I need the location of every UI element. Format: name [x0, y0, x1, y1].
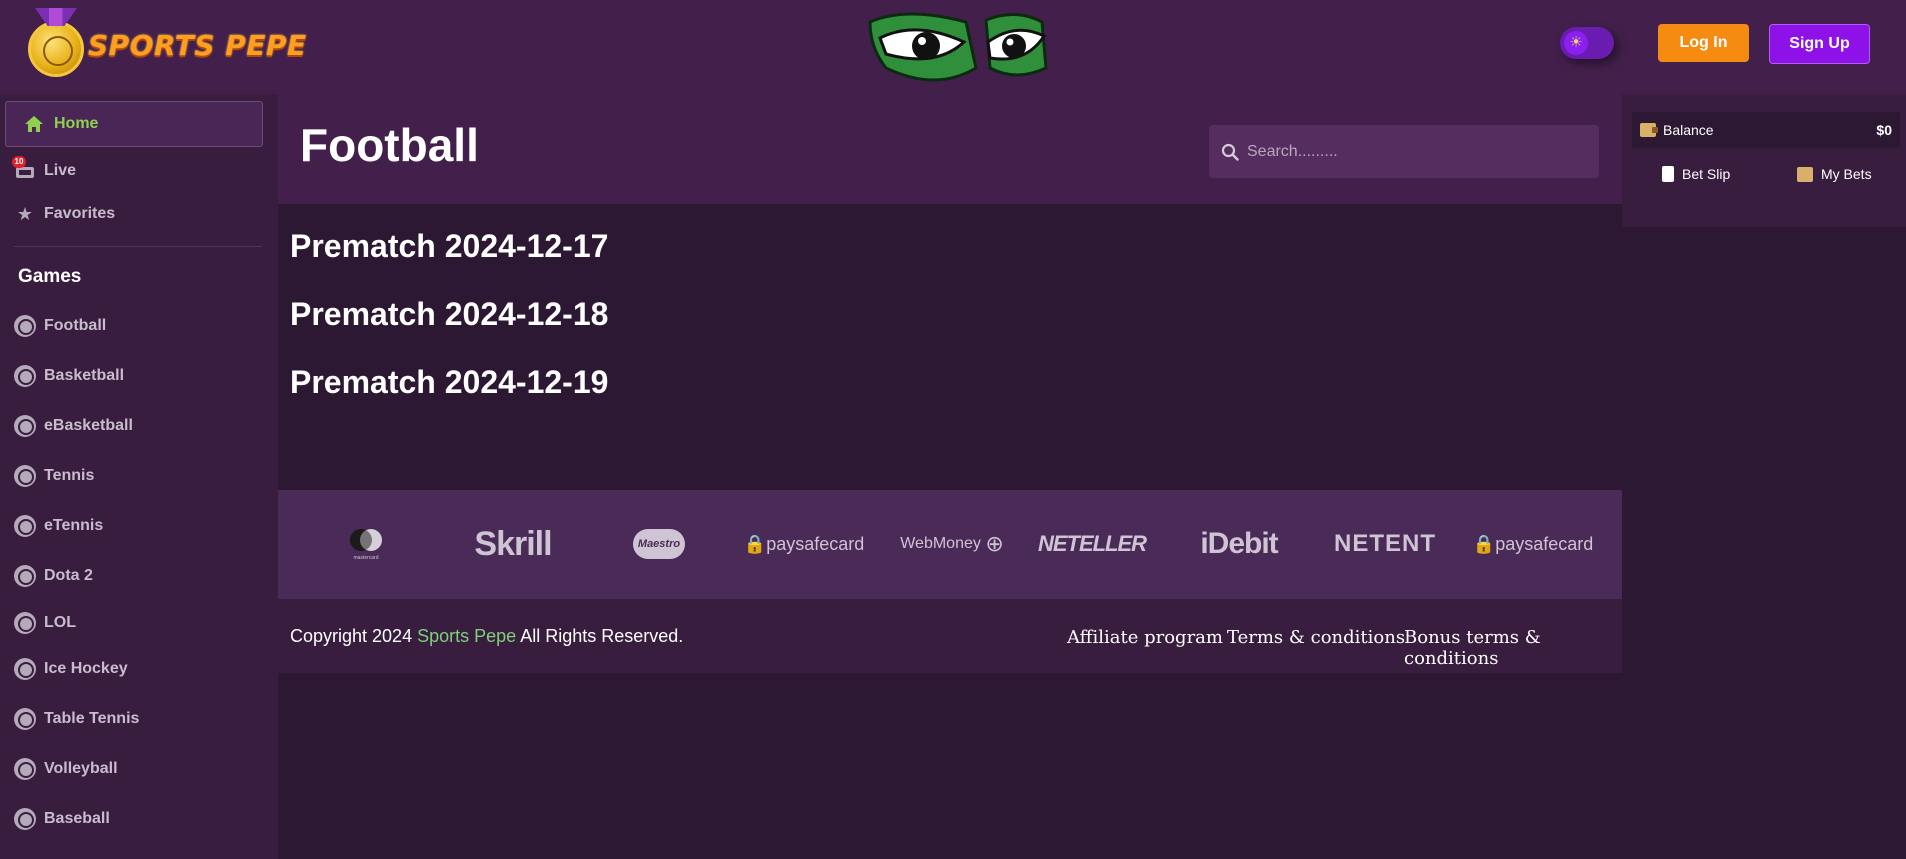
sidebar-item-home[interactable]: Home — [5, 101, 263, 147]
sun-icon: ☀ — [1564, 31, 1588, 55]
sidebar-item-label: Ice Hockey — [44, 660, 128, 677]
copyright-text: Copyright 2024 Sports Pepe All Rights Re… — [290, 626, 683, 647]
search-input[interactable] — [1247, 142, 1587, 161]
sidebar-item-label: Favorites — [44, 205, 116, 222]
site-logo[interactable]: SPORTS PEPE — [28, 10, 307, 80]
sidebar-item-label: Basketball — [44, 367, 125, 384]
theme-toggle[interactable]: ☀ — [1560, 27, 1614, 59]
page-title: Football — [300, 119, 479, 171]
wallet-icon — [1640, 123, 1658, 137]
prematch-heading[interactable]: Prematch 2024-12-19 — [290, 364, 608, 401]
search-icon — [1221, 143, 1239, 161]
table-tennis-icon — [14, 708, 36, 730]
bonus-terms-link[interactable]: Bonus terms & conditions — [1404, 627, 1622, 669]
mastercard-logo: mastercard — [346, 524, 386, 564]
sidebar-item-label: Tennis — [44, 467, 95, 484]
top-header: SPORTS PEPE ☀ Log In Sign Up — [0, 0, 1906, 94]
sidebar-item-ebasketball[interactable]: eBasketball — [14, 415, 133, 437]
sidebar-item-baseball[interactable]: Baseball — [14, 808, 110, 830]
copyright-prefix: Copyright 2024 — [290, 626, 413, 646]
basketball-icon — [14, 415, 36, 437]
sidebar-item-football[interactable]: Football — [14, 315, 106, 337]
sidebar-item-etennis[interactable]: eTennis — [14, 515, 103, 537]
sidebar-item-label: LOL — [44, 614, 76, 631]
sidebar-item-label: Table Tennis — [44, 710, 140, 727]
baseball-icon — [14, 808, 36, 830]
medal-logo-icon — [28, 21, 84, 77]
sidebar-item-ice-hockey[interactable]: Ice Hockey — [14, 658, 128, 680]
search-box[interactable] — [1209, 125, 1599, 178]
sidebar-item-live[interactable]: 10 Live — [12, 156, 77, 182]
brand-name: SPORTS PEPE — [88, 28, 307, 62]
my-bets-icon — [1797, 166, 1813, 182]
star-icon — [14, 612, 36, 634]
tab-label: My Bets — [1821, 166, 1872, 182]
football-icon — [14, 315, 36, 337]
sidebar-divider — [14, 246, 262, 247]
affiliate-program-link[interactable]: Affiliate program — [1067, 627, 1223, 648]
sidebar-item-label: Baseball — [44, 810, 110, 827]
tennis-icon — [14, 465, 36, 487]
idebit-logo: iDebit — [1200, 527, 1278, 560]
copyright-brand-link[interactable]: Sports Pepe — [417, 626, 516, 646]
page-header: Football — [278, 94, 1622, 204]
balance-row: Balance $0 — [1632, 112, 1900, 148]
volleyball-icon — [14, 758, 36, 780]
sidebar-item-label: Dota 2 — [44, 567, 93, 584]
bet-slip-panel: Balance $0 Bet Slip My Bets — [1622, 94, 1906, 227]
balance-label: Balance — [1663, 122, 1714, 138]
terms-link[interactable]: Terms & conditions — [1227, 627, 1405, 648]
sidebar-item-lol[interactable]: LOL — [14, 612, 76, 634]
payment-methods-strip: mastercard Skrill Maestro 🔒 paysafecard W… — [278, 490, 1622, 599]
prematch-heading[interactable]: Prematch 2024-12-18 — [290, 296, 608, 333]
webmoney-logo: WebMoney ⊕ — [900, 531, 1004, 556]
prematch-heading[interactable]: Prematch 2024-12-17 — [290, 228, 608, 265]
paysafecard-label: paysafecard — [766, 533, 865, 554]
paysafecard-logo: 🔒 paysafecard — [1472, 533, 1594, 554]
tab-label: Bet Slip — [1682, 166, 1731, 182]
login-button[interactable]: Log In — [1658, 24, 1749, 62]
paysafecard-label: paysafecard — [1495, 533, 1594, 554]
dota-icon — [14, 565, 36, 587]
sidebar-item-label: Home — [54, 115, 99, 132]
live-icon: 10 — [12, 156, 36, 182]
balance-value: $0 — [1876, 122, 1892, 138]
games-heading: Games — [18, 266, 82, 287]
webmoney-label: WebMoney — [900, 535, 981, 552]
pepe-eyes-image — [868, 12, 1048, 82]
footer: Copyright 2024 Sports Pepe All Rights Re… — [278, 599, 1622, 673]
sidebar-item-tennis[interactable]: Tennis — [14, 465, 94, 487]
sidebar-item-table-tennis[interactable]: Table Tennis — [14, 708, 139, 730]
sidebar-item-volleyball[interactable]: Volleyball — [14, 758, 118, 780]
basketball-icon — [14, 365, 36, 387]
star-icon: ★ — [16, 203, 34, 224]
sidebar-item-label: eTennis — [44, 517, 104, 534]
netent-logo: NETENT — [1334, 530, 1436, 557]
sidebar-item-dota-2[interactable]: Dota 2 — [14, 565, 93, 587]
sidebar-item-favorites[interactable]: ★ Favorites — [14, 203, 115, 225]
maestro-logo: Maestro — [633, 524, 685, 564]
sidebar-item-label: Live — [44, 162, 77, 179]
paysafecard-logo: 🔒 paysafecard — [743, 533, 865, 554]
sidebar-item-label: Volleyball — [44, 760, 118, 777]
tab-bet-slip[interactable]: Bet Slip — [1662, 166, 1730, 182]
skrill-logo: Skrill — [474, 524, 552, 563]
maestro-label: Maestro — [633, 529, 685, 559]
tab-my-bets[interactable]: My Bets — [1797, 166, 1872, 182]
mastercard-label: mastercard — [353, 555, 379, 561]
neteller-logo: NETELLER — [1037, 531, 1147, 556]
copyright-suffix: All Rights Reserved. — [520, 626, 684, 646]
ticket-icon — [1662, 166, 1674, 182]
sidebar-item-label: eBasketball — [44, 417, 133, 434]
tennis-icon — [14, 515, 36, 537]
signup-button[interactable]: Sign Up — [1769, 24, 1870, 64]
live-count-badge: 10 — [12, 156, 26, 168]
home-icon — [25, 116, 43, 132]
left-sidebar: Home 10 Live ★ Favorites Games Football … — [0, 94, 278, 859]
hockey-puck-icon — [14, 658, 36, 680]
sidebar-item-basketball[interactable]: Basketball — [14, 365, 124, 387]
sidebar-item-label: Football — [44, 317, 107, 334]
